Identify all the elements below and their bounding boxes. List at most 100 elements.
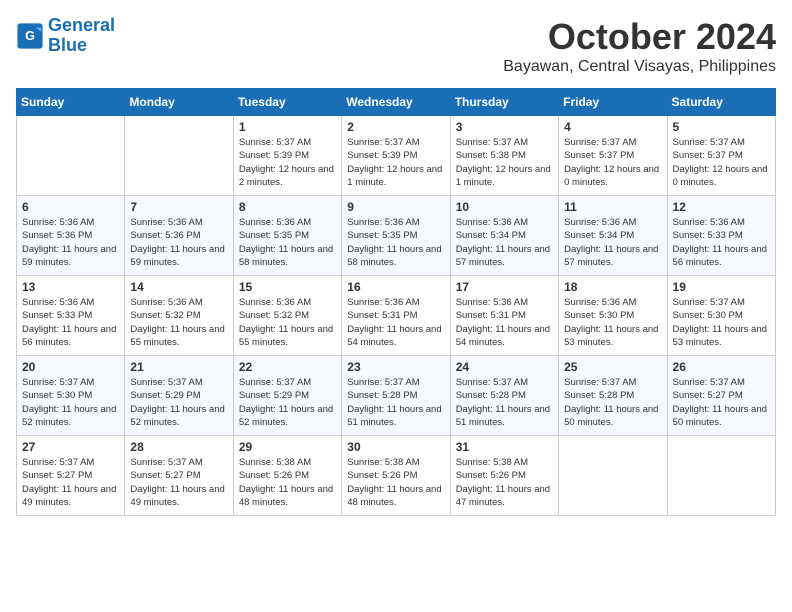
day-number: 29 [239, 440, 336, 454]
calendar-cell: 12 Sunrise: 5:36 AMSunset: 5:33 PMDayligh… [667, 196, 775, 276]
day-info: Sunrise: 5:37 AMSunset: 5:37 PMDaylight:… [564, 136, 661, 189]
day-number: 27 [22, 440, 119, 454]
weekday-header: Saturday [667, 89, 775, 116]
calendar-week-row: 6Sunrise: 5:36 AMSunset: 5:36 PMDaylight… [17, 196, 776, 276]
weekday-header: Tuesday [233, 89, 341, 116]
day-number: 28 [130, 440, 227, 454]
day-info: Sunrise: 5:37 AMSunset: 5:37 PMDaylight:… [673, 136, 770, 189]
day-number: 13 [22, 280, 119, 294]
day-info: Sunrise: 5:36 AMSunset: 5:35 PMDaylight:… [347, 216, 444, 269]
calendar-cell [667, 436, 775, 516]
day-number: 30 [347, 440, 444, 454]
day-info: Sunrise: 5:37 AMSunset: 5:39 PMDaylight:… [239, 136, 336, 189]
day-number: 12 [673, 200, 770, 214]
calendar-cell: 26 Sunrise: 5:37 AMSunset: 5:27 PMDayligh… [667, 356, 775, 436]
day-info: Sunrise: 5:37 AMSunset: 5:27 PMDaylight:… [673, 376, 770, 429]
calendar-cell: 5 Sunrise: 5:37 AMSunset: 5:37 PMDaylight… [667, 116, 775, 196]
day-info: Sunrise: 5:37 AMSunset: 5:30 PMDaylight:… [22, 376, 119, 429]
day-info: Sunrise: 5:37 AMSunset: 5:30 PMDaylight:… [673, 296, 770, 349]
calendar-cell: 18 Sunrise: 5:36 AMSunset: 5:30 PMDayligh… [559, 276, 667, 356]
calendar-week-row: 1 Sunrise: 5:37 AMSunset: 5:39 PMDaylight… [17, 116, 776, 196]
calendar-cell: 14Sunrise: 5:36 AMSunset: 5:32 PMDayligh… [125, 276, 233, 356]
day-number: 4 [564, 120, 661, 134]
calendar-cell: 27Sunrise: 5:37 AMSunset: 5:27 PMDayligh… [17, 436, 125, 516]
calendar-cell: 13 Sunrise: 5:36 AMSunset: 5:33 PMDayligh… [17, 276, 125, 356]
calendar-cell: 15 Sunrise: 5:36 AMSunset: 5:32 PMDayligh… [233, 276, 341, 356]
calendar-cell: 4 Sunrise: 5:37 AMSunset: 5:37 PMDaylight… [559, 116, 667, 196]
calendar-cell: 9Sunrise: 5:36 AMSunset: 5:35 PMDaylight… [342, 196, 450, 276]
day-number: 19 [673, 280, 770, 294]
calendar-week-row: 20Sunrise: 5:37 AMSunset: 5:30 PMDayligh… [17, 356, 776, 436]
day-info: Sunrise: 5:37 AMSunset: 5:28 PMDaylight:… [347, 376, 444, 429]
day-info: Sunrise: 5:37 AMSunset: 5:27 PMDaylight:… [130, 456, 227, 509]
day-number: 17 [456, 280, 553, 294]
day-info: Sunrise: 5:36 AMSunset: 5:34 PMDaylight:… [456, 216, 553, 269]
day-number: 7 [130, 200, 227, 214]
day-number: 18 [564, 280, 661, 294]
day-info: Sunrise: 5:36 AMSunset: 5:35 PMDaylight:… [239, 216, 336, 269]
day-info: Sunrise: 5:36 AMSunset: 5:30 PMDaylight:… [564, 296, 661, 349]
day-info: Sunrise: 5:36 AMSunset: 5:31 PMDaylight:… [456, 296, 553, 349]
header: G General Blue October 2024 Bayawan, Cen… [16, 16, 776, 76]
day-number: 22 [239, 360, 336, 374]
day-number: 21 [130, 360, 227, 374]
calendar-cell: 1 Sunrise: 5:37 AMSunset: 5:39 PMDaylight… [233, 116, 341, 196]
calendar-table: SundayMondayTuesdayWednesdayThursdayFrid… [16, 88, 776, 516]
day-info: Sunrise: 5:36 AMSunset: 5:32 PMDaylight:… [130, 296, 227, 349]
day-number: 10 [456, 200, 553, 214]
logo-icon: G [16, 22, 44, 50]
calendar-cell: 22 Sunrise: 5:37 AMSunset: 5:29 PMDayligh… [233, 356, 341, 436]
day-number: 24 [456, 360, 553, 374]
calendar-cell [17, 116, 125, 196]
day-info: Sunrise: 5:37 AMSunset: 5:39 PMDaylight:… [347, 136, 444, 189]
day-number: 6 [22, 200, 119, 214]
day-info: Sunrise: 5:36 AMSunset: 5:32 PMDaylight:… [239, 296, 336, 349]
calendar-cell: 21Sunrise: 5:37 AMSunset: 5:29 PMDayligh… [125, 356, 233, 436]
day-number: 5 [673, 120, 770, 134]
day-info: Sunrise: 5:36 AMSunset: 5:34 PMDaylight:… [564, 216, 661, 269]
day-number: 8 [239, 200, 336, 214]
location-title: Bayawan, Central Visayas, Philippines [503, 58, 776, 76]
weekday-header: Friday [559, 89, 667, 116]
title-area: October 2024 Bayawan, Central Visayas, P… [503, 16, 776, 76]
day-info: Sunrise: 5:36 AMSunset: 5:33 PMDaylight:… [22, 296, 119, 349]
weekday-header: Thursday [450, 89, 558, 116]
calendar-cell: 7Sunrise: 5:36 AMSunset: 5:36 PMDaylight… [125, 196, 233, 276]
calendar-cell: 20Sunrise: 5:37 AMSunset: 5:30 PMDayligh… [17, 356, 125, 436]
logo-text: General Blue [48, 16, 115, 56]
calendar-cell: 8 Sunrise: 5:36 AMSunset: 5:35 PMDaylight… [233, 196, 341, 276]
weekday-header: Wednesday [342, 89, 450, 116]
day-info: Sunrise: 5:38 AMSunset: 5:26 PMDaylight:… [239, 456, 336, 509]
calendar-cell: 19 Sunrise: 5:37 AMSunset: 5:30 PMDayligh… [667, 276, 775, 356]
calendar-cell: 24 Sunrise: 5:37 AMSunset: 5:28 PMDayligh… [450, 356, 558, 436]
day-number: 26 [673, 360, 770, 374]
calendar-cell: 2 Sunrise: 5:37 AMSunset: 5:39 PMDaylight… [342, 116, 450, 196]
day-number: 16 [347, 280, 444, 294]
calendar-cell: 3 Sunrise: 5:37 AMSunset: 5:38 PMDaylight… [450, 116, 558, 196]
day-number: 3 [456, 120, 553, 134]
day-number: 11 [564, 200, 661, 214]
day-number: 1 [239, 120, 336, 134]
day-info: Sunrise: 5:38 AMSunset: 5:26 PMDaylight:… [347, 456, 444, 509]
day-info: Sunrise: 5:37 AMSunset: 5:38 PMDaylight:… [456, 136, 553, 189]
day-info: Sunrise: 5:37 AMSunset: 5:28 PMDaylight:… [456, 376, 553, 429]
logo: G General Blue [16, 16, 115, 56]
day-number: 2 [347, 120, 444, 134]
calendar-cell: 28 Sunrise: 5:37 AMSunset: 5:27 PMDayligh… [125, 436, 233, 516]
day-info: Sunrise: 5:36 AMSunset: 5:33 PMDaylight:… [673, 216, 770, 269]
calendar-cell: 25Sunrise: 5:37 AMSunset: 5:28 PMDayligh… [559, 356, 667, 436]
calendar-cell: 10 Sunrise: 5:36 AMSunset: 5:34 PMDayligh… [450, 196, 558, 276]
calendar-cell [125, 116, 233, 196]
weekday-header: Sunday [17, 89, 125, 116]
weekday-header: Monday [125, 89, 233, 116]
day-info: Sunrise: 5:38 AMSunset: 5:26 PMDaylight:… [456, 456, 553, 509]
calendar-week-row: 27 Sunrise: 5:37 AMSunset: 5:27 PMDayligh… [17, 436, 776, 516]
day-info: Sunrise: 5:37 AMSunset: 5:29 PMDaylight:… [239, 376, 336, 429]
day-number: 15 [239, 280, 336, 294]
calendar-cell: 6Sunrise: 5:36 AMSunset: 5:36 PMDaylight… [17, 196, 125, 276]
calendar-cell [559, 436, 667, 516]
calendar-week-row: 13 Sunrise: 5:36 AMSunset: 5:33 PMDayligh… [17, 276, 776, 356]
day-number: 25 [564, 360, 661, 374]
day-info: Sunrise: 5:36 AMSunset: 5:31 PMDaylight:… [347, 296, 444, 349]
day-number: 31 [456, 440, 553, 454]
